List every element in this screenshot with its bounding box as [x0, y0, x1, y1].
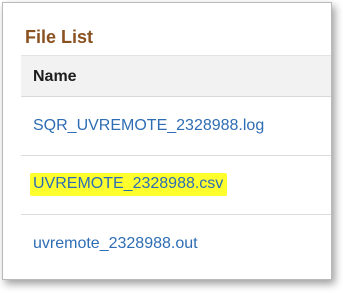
table-row: UVREMOTE_2328988.csv — [21, 156, 331, 215]
table-header: Name — [21, 55, 331, 97]
panel-title: File List — [25, 27, 94, 47]
file-link-csv[interactable]: UVREMOTE_2328988.csv — [30, 173, 228, 196]
table-row: SQR_UVREMOTE_2328988.log — [21, 97, 331, 156]
file-list-panel: File List Name SQR_UVREMOTE_2328988.log … — [2, 2, 332, 280]
file-link-out[interactable]: uvremote_2328988.out — [33, 235, 198, 253]
table-row: uvremote_2328988.out — [21, 215, 331, 273]
column-header-name: Name — [33, 68, 77, 85]
file-link-log[interactable]: SQR_UVREMOTE_2328988.log — [33, 117, 264, 135]
